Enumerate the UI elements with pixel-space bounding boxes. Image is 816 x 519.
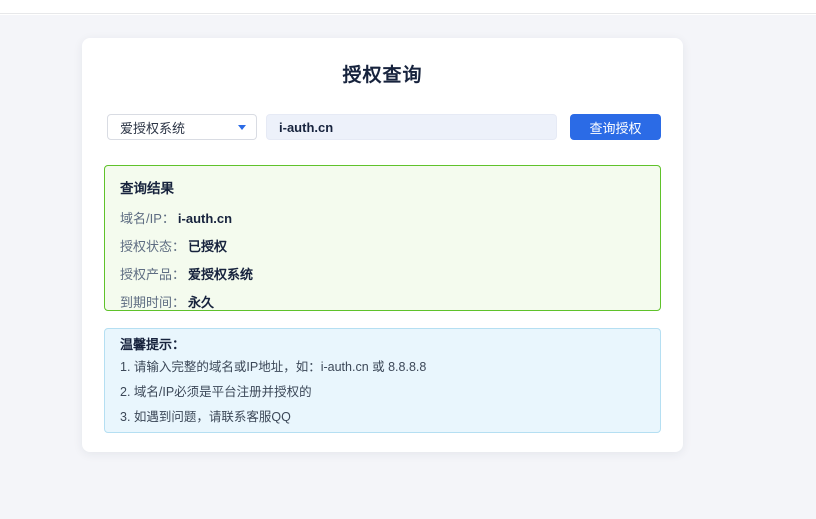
tips-item: 2. 域名/IP必须是平台注册并授权的 [120,380,645,405]
domain-input[interactable] [266,114,557,140]
tips-title: 温馨提示： [120,337,645,353]
result-value: 爱授权系统 [188,267,253,282]
result-value: i-auth.cn [178,211,232,226]
product-select-value: 爱授权系统 [120,118,185,137]
result-row-expiry: 到期时间：永久 [120,295,645,311]
result-label: 域名/IP： [120,211,175,226]
result-row-domain: 域名/IP：i-auth.cn [120,211,645,227]
query-result-panel: 查询结果 域名/IP：i-auth.cn 授权状态：已授权 授权产品：爱授权系统… [104,165,661,311]
top-bar [0,0,816,14]
tips-list: 1. 请输入完整的域名或IP地址，如：i-auth.cn 或 8.8.8.8 2… [120,355,645,430]
tips-item: 3. 如遇到问题，请联系客服QQ [120,405,645,430]
auth-query-card: 授权查询 爱授权系统 查询授权 查询结果 域名/IP：i-auth.cn 授权状… [82,38,683,452]
result-title: 查询结果 [120,181,645,197]
query-auth-button[interactable]: 查询授权 [570,114,661,140]
result-value: 永久 [188,295,214,310]
result-label: 授权状态： [120,239,185,254]
result-row-status: 授权状态：已授权 [120,239,645,255]
page-title: 授权查询 [82,60,683,87]
tips-panel: 温馨提示： 1. 请输入完整的域名或IP地址，如：i-auth.cn 或 8.8… [104,328,661,433]
query-form: 爱授权系统 查询授权 [82,114,683,140]
product-select[interactable]: 爱授权系统 [107,114,257,140]
result-label: 授权产品： [120,267,185,282]
chevron-down-icon [238,125,246,130]
tips-item: 1. 请输入完整的域名或IP地址，如：i-auth.cn 或 8.8.8.8 [120,355,645,380]
result-label: 到期时间： [120,295,185,310]
result-value: 已授权 [188,239,227,254]
result-row-product: 授权产品：爱授权系统 [120,267,645,283]
